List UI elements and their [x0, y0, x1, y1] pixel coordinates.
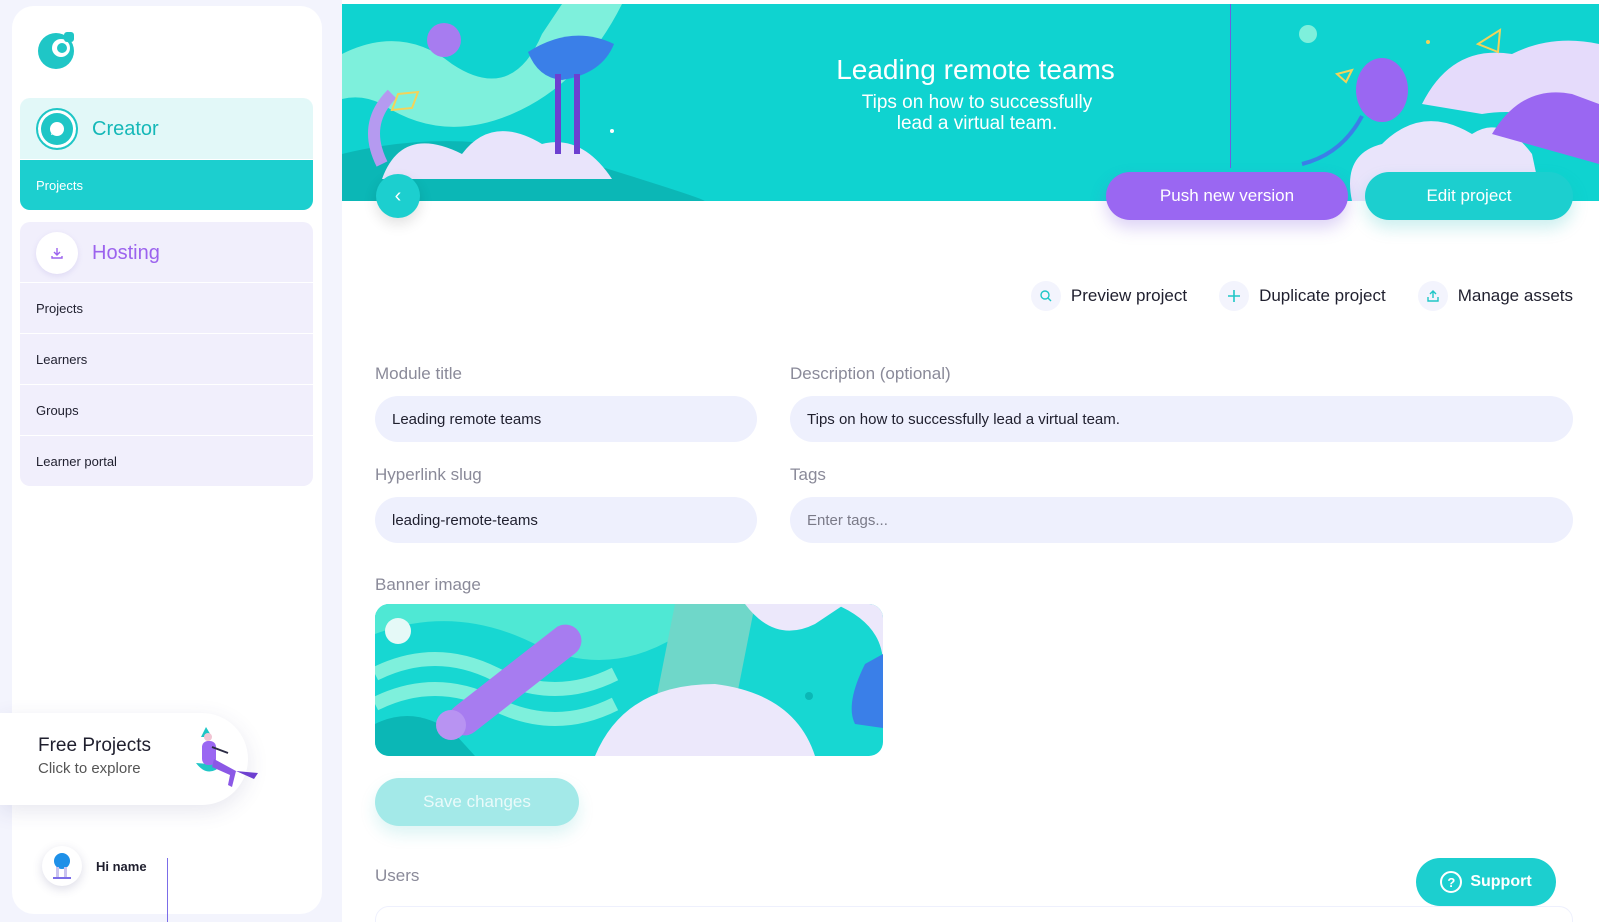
- user-profile[interactable]: Hi name: [42, 846, 147, 886]
- search-icon: [1030, 281, 1061, 311]
- manage-assets-button[interactable]: Manage assets: [1417, 281, 1573, 311]
- user-greeting: Hi name: [96, 858, 147, 874]
- users-section-label: Users: [375, 866, 420, 885]
- help-icon: ?: [1440, 871, 1463, 893]
- push-new-version-button[interactable]: Push new version: [1106, 172, 1348, 220]
- creator-section-title: Creator: [92, 117, 159, 140]
- hyperlink-slug-input[interactable]: leading-remote-teams: [375, 497, 757, 543]
- support-button[interactable]: ? Support: [1416, 858, 1556, 906]
- sidebar-item-learner-portal[interactable]: Learner portal: [20, 435, 313, 486]
- app-logo-icon[interactable]: [36, 30, 76, 70]
- creator-section-header[interactable]: Creator: [20, 98, 313, 160]
- module-title-label: Module title: [375, 364, 462, 383]
- description-label: Description (optional): [790, 364, 951, 383]
- banner-image-label: Banner image: [375, 575, 481, 594]
- person-illustration-icon: [192, 723, 264, 793]
- tags-input[interactable]: Enter tags...: [790, 497, 1573, 543]
- duplicate-project-label: Duplicate project: [1259, 286, 1386, 305]
- sidebar-item-groups[interactable]: Groups: [20, 384, 313, 435]
- hyperlink-slug-label: Hyperlink slug: [375, 465, 482, 484]
- sidebar-item-learners[interactable]: Learners: [20, 333, 313, 384]
- save-changes-button[interactable]: Save changes: [375, 778, 579, 826]
- duplicate-project-button[interactable]: Duplicate project: [1219, 281, 1386, 311]
- hosting-section-header[interactable]: Hosting: [20, 222, 313, 284]
- users-panel: [375, 906, 1573, 922]
- manage-assets-label: Manage assets: [1457, 286, 1573, 305]
- banner-divider: [1230, 4, 1231, 168]
- preview-project-label: Preview project: [1070, 286, 1188, 305]
- download-icon: [36, 232, 78, 274]
- sidebar-item-hosting-projects[interactable]: Projects: [20, 282, 313, 333]
- upload-icon: [1417, 281, 1448, 311]
- banner-image-art-icon: [375, 604, 883, 756]
- main-panel: Leading remote teams Tips on how to succ…: [342, 0, 1599, 922]
- project-actions: Preview project Duplicate project Manage…: [999, 281, 1573, 311]
- support-label: Support: [1470, 873, 1532, 890]
- back-button[interactable]: ‹: [376, 174, 420, 218]
- preview-project-button[interactable]: Preview project: [1030, 281, 1188, 311]
- avatar[interactable]: [42, 846, 82, 886]
- edit-project-button[interactable]: Edit project: [1365, 172, 1573, 220]
- pencil-icon: [36, 108, 78, 150]
- banner-image-preview[interactable]: [375, 604, 883, 756]
- description-input[interactable]: Tips on how to successfully lead a virtu…: [790, 396, 1573, 442]
- project-title: Leading remote teams: [836, 54, 1115, 85]
- plus-icon: [1219, 281, 1250, 311]
- tags-label: Tags: [790, 465, 826, 484]
- hosting-section-title: Hosting: [92, 241, 160, 264]
- free-projects-card[interactable]: Free Projects Click to explore: [0, 713, 258, 805]
- project-subtitle: Tips on how to successfully lead a virtu…: [861, 92, 1093, 134]
- chevron-left-icon: ‹: [394, 184, 402, 207]
- sidebar-item-creator-projects[interactable]: Projects: [20, 159, 313, 210]
- divider-line: [167, 858, 168, 922]
- module-title-input[interactable]: Leading remote teams: [375, 396, 757, 442]
